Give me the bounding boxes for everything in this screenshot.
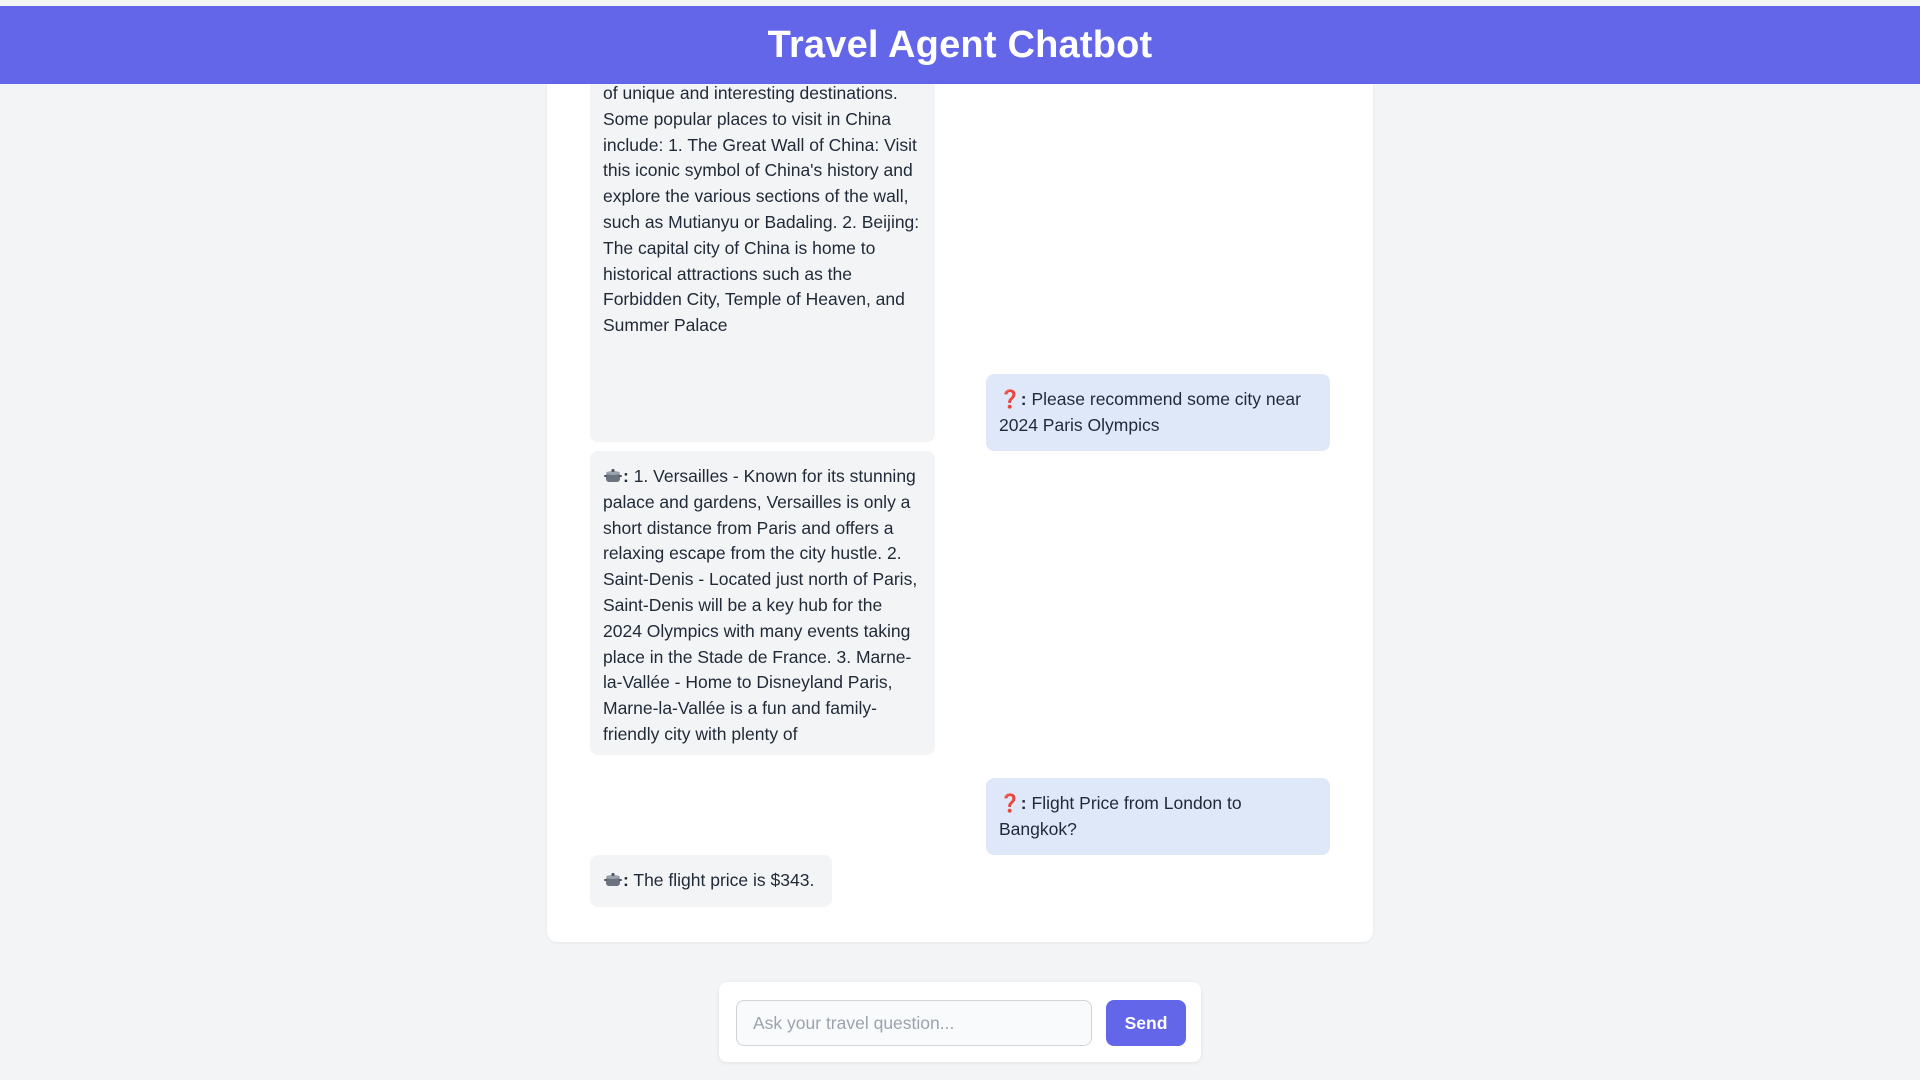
- user-message: ❓: Flight Price from London to Bangkok?: [986, 778, 1330, 855]
- pot-icon: [604, 873, 622, 886]
- message-prefix: :: [623, 466, 629, 486]
- message-prefix: :: [1020, 389, 1027, 409]
- bot-message: : The flight price is $343.: [590, 855, 832, 907]
- question-mark-icon: ❓: [999, 389, 1021, 409]
- message-prefix: :: [1020, 793, 1027, 813]
- message-text: Please recommend some city near 2024 Par…: [999, 389, 1301, 435]
- user-message: ❓: Please recommend some city near 2024 …: [986, 374, 1330, 451]
- message-text: 1. Versailles - Known for its stunning p…: [603, 466, 918, 744]
- input-bar: Send: [719, 982, 1201, 1062]
- message-prefix: :: [623, 870, 629, 890]
- bot-message: of unique and interesting destinations. …: [590, 84, 935, 442]
- message-text: of unique and interesting destinations. …: [603, 84, 920, 336]
- message-text: The flight price is $343.: [633, 870, 815, 890]
- message-text: Flight Price from London to Bangkok?: [999, 793, 1242, 839]
- bot-message: : 1. Versailles - Known for its stunning…: [590, 451, 935, 755]
- chat-window[interactable]: of unique and interesting destinations. …: [547, 84, 1373, 942]
- question-input[interactable]: [736, 1000, 1092, 1046]
- page-title: Travel Agent Chatbot: [767, 23, 1153, 66]
- pot-icon: [604, 469, 622, 482]
- app-header: Travel Agent Chatbot: [0, 6, 1920, 84]
- question-mark-icon: ❓: [999, 793, 1021, 813]
- send-button[interactable]: Send: [1106, 1000, 1186, 1046]
